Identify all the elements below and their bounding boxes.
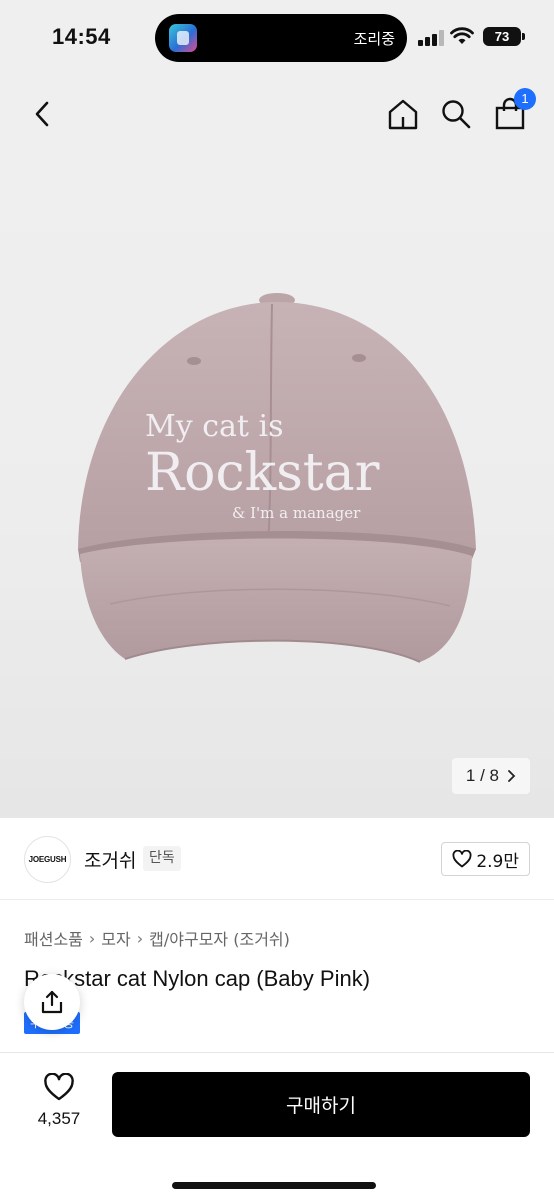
search-button[interactable] — [436, 94, 476, 134]
exclusive-badge: 단독 — [143, 846, 181, 871]
heart-icon — [452, 850, 472, 868]
cart-count-badge: 1 — [514, 88, 536, 110]
share-icon — [41, 990, 63, 1014]
brand-name[interactable]: 조거쉬 — [84, 846, 136, 873]
cap-illustration: My cat is Rockstar & I'm a manager — [78, 293, 476, 663]
wishlist-button[interactable]: 4,357 — [26, 1072, 92, 1129]
product-image-carousel[interactable]: My cat is Rockstar & I'm a manager 1 / 8 — [0, 154, 554, 818]
heart-icon — [44, 1072, 74, 1101]
home-button[interactable] — [383, 94, 423, 134]
breadcrumb-item[interactable]: 패션소품 — [24, 926, 83, 950]
live-activity-text: 조리중 — [353, 30, 395, 48]
top-navigation: 1 — [0, 76, 554, 154]
chevron-left-icon — [35, 101, 49, 127]
status-time: 14:54 — [52, 24, 111, 49]
app-icon — [169, 24, 197, 52]
cart-button[interactable]: 1 — [490, 88, 536, 134]
battery-icon: 73 — [483, 27, 525, 46]
wifi-icon — [450, 27, 474, 44]
bottom-action-bar: 4,357 구매하기 — [0, 1052, 554, 1200]
brand-like-count: 2.9만 — [476, 851, 519, 872]
chevron-right-icon: › — [88, 928, 96, 948]
home-icon — [388, 99, 418, 130]
signal-icon — [418, 30, 444, 46]
image-counter-text: 1 / 8 — [465, 766, 499, 785]
breadcrumb-item[interactable]: 캡/야구모자 (조거쉬) — [149, 926, 290, 950]
buy-button[interactable]: 구매하기 — [112, 1072, 530, 1137]
brand-row: JOEGUSH 조거쉬 단독 2.9만 — [0, 818, 554, 900]
brand-logo[interactable]: JOEGUSH — [24, 836, 71, 883]
cap-embroidery-line1: My cat is — [145, 409, 283, 444]
breadcrumb: 패션소품 › 모자 › 캡/야구모자 (조거쉬) — [24, 926, 290, 950]
cap-embroidery-line3: & I'm a manager — [232, 504, 361, 522]
cap-embroidery-line2: Rockstar — [145, 443, 380, 503]
share-button[interactable] — [24, 974, 80, 1030]
wishlist-count: 4,357 — [37, 1109, 81, 1128]
brand-like-button[interactable]: 2.9만 — [441, 842, 530, 876]
back-button[interactable] — [22, 94, 62, 134]
status-bar: 14:54 조리중 73 — [0, 0, 554, 76]
image-counter[interactable]: 1 / 8 — [451, 758, 530, 794]
chevron-right-icon: › — [136, 928, 144, 948]
search-icon — [442, 100, 471, 129]
home-indicator — [172, 1182, 376, 1189]
dynamic-island[interactable]: 조리중 — [155, 14, 407, 62]
breadcrumb-item[interactable]: 모자 — [101, 926, 130, 950]
chevron-right-icon — [508, 770, 516, 782]
